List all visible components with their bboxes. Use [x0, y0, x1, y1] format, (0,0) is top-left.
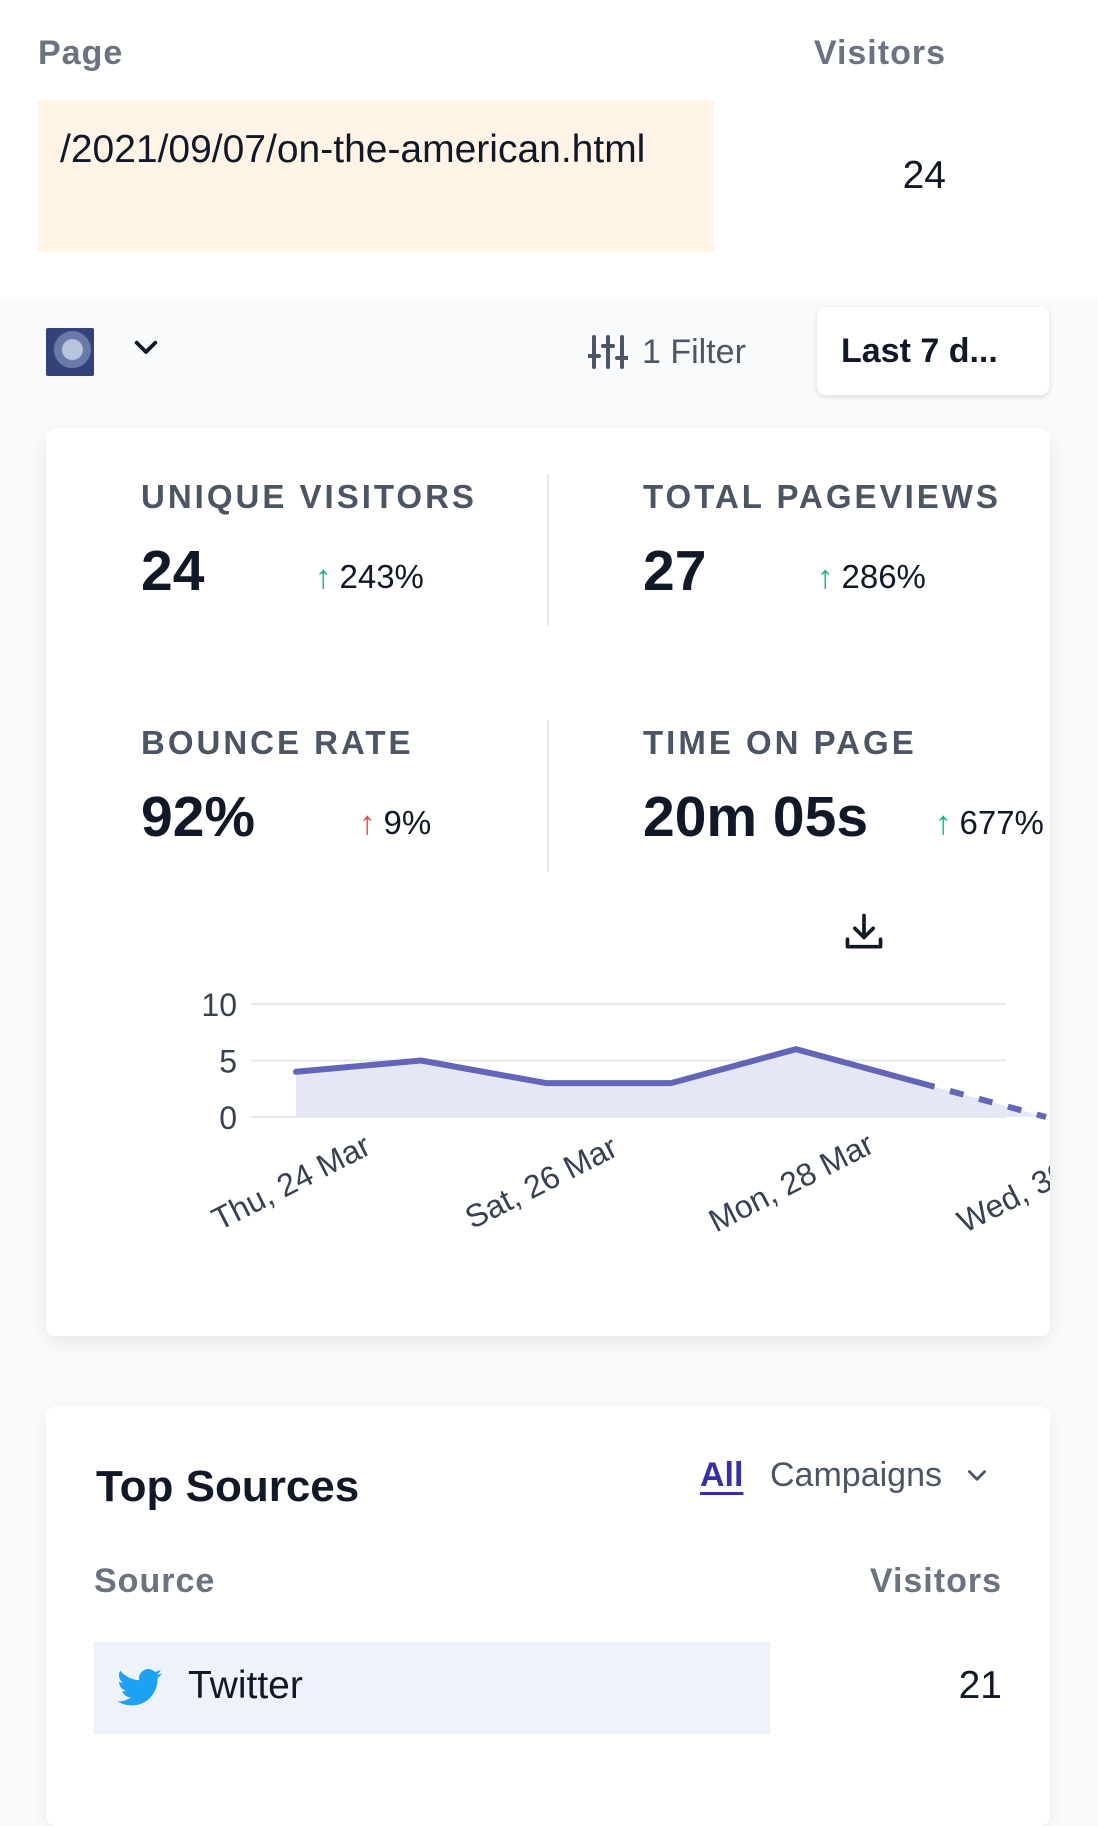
stat-time-on-page[interactable]: TIME ON PAGE 20m 05s ↑ 677% — [643, 724, 1044, 849]
tab-campaigns[interactable]: Campaigns — [770, 1456, 990, 1495]
period-label: Last 7 d... — [841, 331, 998, 370]
visitors-chart[interactable]: 0 5 10 Thu, 24 Mar Sat, 26 Mar Mon, 28 Mar Wed… — [46, 960, 1050, 1290]
site-favicon[interactable] — [46, 328, 94, 376]
stat-label: TOTAL PAGEVIEWS — [643, 478, 1001, 515]
stat-total-pageviews[interactable]: TOTAL PAGEVIEWS 27 ↑ 286% — [643, 478, 1001, 603]
chevron-down-icon — [967, 1469, 986, 1481]
stat-value: 24 — [141, 539, 205, 603]
twitter-icon — [117, 1669, 162, 1706]
arrow-up-icon: ↑ — [817, 558, 834, 595]
y-tick-label: 10 — [201, 987, 237, 1023]
x-tick-label: Mon, 28 Mar — [703, 1125, 880, 1239]
source-visitors-count: 21 — [958, 1664, 1002, 1707]
tab-all[interactable]: All — [700, 1456, 743, 1495]
stat-change: ↑ 243% — [315, 558, 424, 596]
filter-button[interactable]: 1 Filter — [588, 328, 746, 376]
stat-change-value: 677% — [959, 804, 1044, 841]
stat-change-value: 243% — [339, 558, 424, 595]
sliders-icon — [588, 335, 628, 369]
y-tick-label: 5 — [219, 1044, 237, 1080]
column-header-page[interactable]: Page — [38, 34, 123, 73]
period-selector[interactable]: Last 7 d... — [817, 307, 1049, 395]
page-path-link[interactable]: /2021/09/07/on-the-american.html — [60, 120, 690, 179]
stat-label: TIME ON PAGE — [643, 724, 917, 761]
stat-value: 20m 05s — [643, 785, 869, 849]
x-tick-label: Wed, 30 Mar — [951, 1125, 1050, 1240]
stat-change: ↑ 286% — [817, 558, 926, 596]
x-tick-label: Sat, 26 Mar — [459, 1128, 623, 1235]
stat-value: 27 — [643, 539, 707, 603]
stat-change-value: 286% — [841, 558, 926, 595]
stats-divider-top — [547, 474, 549, 626]
stat-unique-visitors[interactable]: UNIQUE VISITORS 24 ↑ 243% — [141, 478, 477, 603]
stat-value: 92% — [141, 785, 256, 849]
tab-campaigns-label: Campaigns — [770, 1456, 942, 1494]
x-tick-label: Thu, 24 Mar — [206, 1127, 376, 1238]
filter-label: 1 Filter — [642, 332, 746, 371]
arrow-up-icon: ↑ — [315, 558, 332, 595]
download-icon[interactable] — [842, 910, 886, 954]
sources-title: Top Sources — [96, 1462, 360, 1511]
stat-bounce-rate[interactable]: BOUNCE RATE 92% ↑ 9% — [141, 724, 431, 849]
arrow-up-icon: ↑ — [935, 804, 952, 841]
stat-change: ↑ 677% — [935, 804, 1044, 842]
column-header-source[interactable]: Source — [94, 1562, 215, 1601]
y-tick-label: 0 — [219, 1100, 237, 1136]
chevron-down-icon[interactable] — [130, 332, 162, 364]
stat-label: BOUNCE RATE — [141, 724, 414, 761]
stats-divider-bottom — [547, 720, 549, 872]
column-header-visitors[interactable]: Visitors — [814, 34, 946, 73]
stat-change: ↑ 9% — [359, 804, 431, 842]
arrow-up-icon: ↑ — [359, 804, 376, 841]
column-header-visitors[interactable]: Visitors — [870, 1562, 1002, 1601]
source-name-link[interactable]: Twitter — [188, 1664, 303, 1708]
stat-label: UNIQUE VISITORS — [141, 478, 477, 515]
stat-change-value: 9% — [383, 804, 432, 841]
page-visitors-count: 24 — [902, 154, 946, 197]
